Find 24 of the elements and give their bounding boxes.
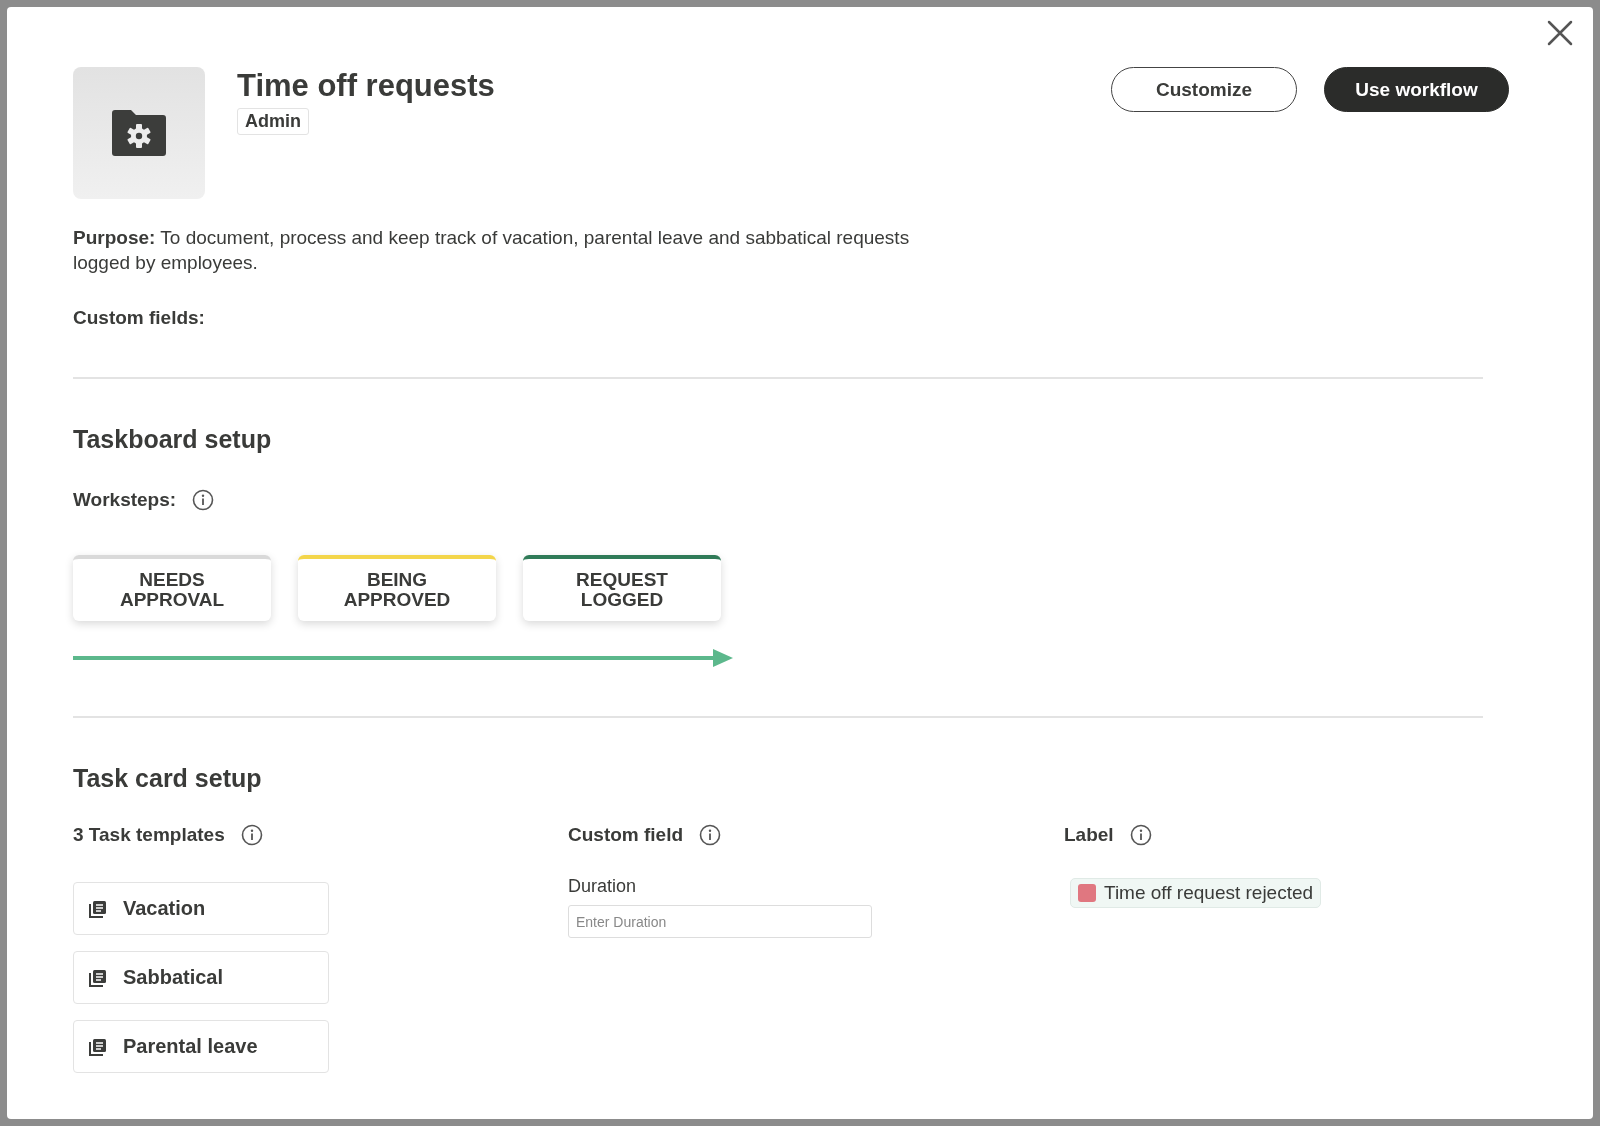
- templates-heading: 3 Task templates: [73, 824, 225, 846]
- use-workflow-button[interactable]: Use workflow: [1324, 67, 1509, 112]
- task-template-item[interactable]: Sabbatical: [73, 951, 329, 1004]
- label-text: Time off request rejected: [1104, 882, 1314, 904]
- template-name: Vacation: [123, 897, 206, 920]
- section-title: Task card setup: [73, 764, 263, 793]
- task-template-item[interactable]: Vacation: [73, 882, 329, 935]
- custom-fields-heading: Custom fields:: [73, 307, 206, 329]
- customize-button[interactable]: Customize: [1111, 67, 1297, 112]
- workstep-card: NEEDS APPROVAL: [73, 555, 271, 621]
- workstep-card: REQUEST LOGGED: [523, 555, 721, 621]
- worksteps-heading: Worksteps:: [73, 489, 177, 511]
- label-heading: Label: [1064, 824, 1114, 846]
- duration-input-field[interactable]: Enter Duration: [568, 905, 872, 938]
- custom-field-heading: Custom field: [568, 824, 684, 846]
- field-label: Duration: [568, 876, 638, 897]
- template-name: Parental leave: [123, 1035, 258, 1058]
- template-name: Sabbatical: [123, 966, 224, 989]
- role-badge: Admin: [237, 108, 309, 135]
- purpose-text: Purpose: To document, process and keep track of vacation, parental leave and sabbatical requests logged by employees.: [73, 226, 911, 275]
- workflow-title: Time off requests: [237, 67, 495, 105]
- workstep-card: BEING APPROVED: [298, 555, 496, 621]
- section-title: Taskboard setup: [73, 425, 273, 454]
- task-template-item[interactable]: Parental leave: [73, 1020, 329, 1073]
